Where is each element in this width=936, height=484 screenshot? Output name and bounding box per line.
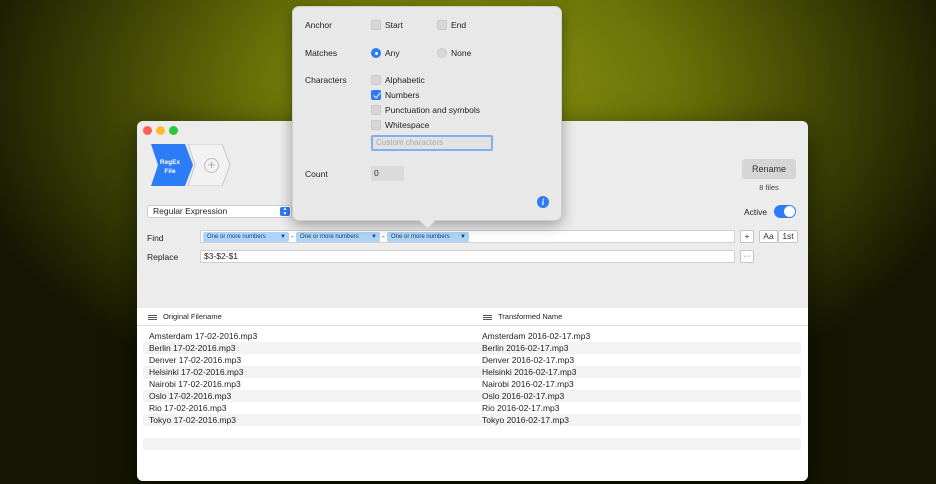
triangle-down-icon[interactable]: ▼ bbox=[371, 232, 377, 242]
pattern-token-label: One or more numbers bbox=[391, 234, 450, 240]
mode-select[interactable]: Regular Expression ▲ ▼ bbox=[147, 205, 292, 218]
pattern-token[interactable]: One or more numbers ▼ bbox=[203, 232, 289, 242]
pattern-token[interactable]: One or more numbers ▼ bbox=[296, 232, 380, 242]
punctuation-label[interactable]: Punctuation and symbols bbox=[385, 105, 480, 115]
transformed-name: Helsinki 2016-02-17.mp3 bbox=[482, 367, 577, 377]
table-row[interactable]: Amsterdam 17-02-2016.mp3 Amsterdam 2016-0… bbox=[143, 330, 801, 342]
matches-none-label[interactable]: None bbox=[451, 48, 471, 58]
token-separator: - bbox=[382, 232, 385, 241]
transformed-name: Berlin 2016-02-17.mp3 bbox=[482, 343, 569, 353]
count-field[interactable]: 0 bbox=[371, 166, 404, 181]
anchor-end-label[interactable]: End bbox=[451, 20, 466, 30]
active-toggle[interactable] bbox=[774, 205, 796, 218]
table-row[interactable]: Tokyo 17-02-2016.mp3 Tokyo 2016-02-17.mp3 bbox=[143, 414, 801, 426]
toggle-knob bbox=[784, 206, 795, 217]
triangle-down-icon[interactable]: ▼ bbox=[280, 232, 286, 242]
updown-chevron-icon: ▲ ▼ bbox=[280, 207, 290, 216]
empty-row bbox=[143, 426, 801, 438]
pattern-token[interactable]: One or more numbers ▼ bbox=[387, 232, 469, 242]
numbers-label[interactable]: Numbers bbox=[385, 90, 419, 100]
column-transformed[interactable]: Transformed Name bbox=[498, 308, 562, 326]
table-row[interactable]: Oslo 17-02-2016.mp3 Oslo 2016-02-17.mp3 bbox=[143, 390, 801, 402]
count-label: Count bbox=[305, 169, 328, 179]
matches-any-label[interactable]: Any bbox=[385, 48, 400, 58]
active-label: Active bbox=[744, 207, 768, 217]
mode-select-value: Regular Expression bbox=[153, 206, 228, 216]
file-rows: Amsterdam 17-02-2016.mp3 Amsterdam 2016-0… bbox=[143, 330, 801, 462]
replace-field[interactable]: $3-$2-$1 bbox=[200, 250, 735, 263]
file-list: Original Filename Transformed Name Amste… bbox=[137, 308, 808, 481]
custom-characters-input[interactable]: Custom characters bbox=[371, 135, 493, 151]
list-header: Original Filename Transformed Name bbox=[137, 308, 808, 326]
transformed-name: Rio 2016-02-17.mp3 bbox=[482, 403, 560, 413]
matches-label: Matches bbox=[305, 48, 338, 58]
original-name: Tokyo 17-02-2016.mp3 bbox=[149, 415, 236, 425]
rename-button[interactable]: Rename bbox=[742, 159, 796, 179]
more-options-button[interactable]: ··· bbox=[740, 250, 754, 263]
plus-circle-icon[interactable]: + bbox=[204, 158, 219, 173]
first-match-button[interactable]: 1st bbox=[778, 230, 798, 243]
transformed-name: Denver 2016-02-17.mp3 bbox=[482, 355, 575, 365]
pattern-token-label: One or more numbers bbox=[300, 234, 359, 240]
anchor-start-checkbox[interactable] bbox=[371, 20, 381, 30]
table-row[interactable]: Denver 17-02-2016.mp3 Denver 2016-02-17.m… bbox=[143, 354, 801, 366]
whitespace-label[interactable]: Whitespace bbox=[385, 120, 429, 130]
anchor-label: Anchor bbox=[305, 20, 332, 30]
numbers-checkbox[interactable] bbox=[371, 90, 381, 100]
triangle-down-icon[interactable]: ▼ bbox=[460, 232, 466, 242]
original-name: Berlin 17-02-2016.mp3 bbox=[149, 343, 236, 353]
alphabetic-label[interactable]: Alphabetic bbox=[385, 75, 425, 85]
token-options-popover: Anchor Start End Matches Any None Charac… bbox=[292, 6, 562, 230]
minimize-window-button[interactable] bbox=[156, 126, 165, 135]
column-menu-icon[interactable] bbox=[148, 315, 157, 320]
anchor-start-label[interactable]: Start bbox=[385, 20, 403, 30]
characters-label: Characters bbox=[305, 75, 347, 85]
close-window-button[interactable] bbox=[143, 126, 152, 135]
table-row[interactable]: Rio 17-02-2016.mp3 Rio 2016-02-17.mp3 bbox=[143, 402, 801, 414]
matches-none-radio[interactable] bbox=[437, 48, 447, 58]
find-field[interactable]: One or more numbers ▼ - One or more numb… bbox=[200, 230, 735, 243]
transformed-name: Amsterdam 2016-02-17.mp3 bbox=[482, 331, 591, 341]
column-menu-icon[interactable] bbox=[483, 315, 492, 320]
files-count: 8 files bbox=[759, 183, 779, 192]
original-name: Rio 17-02-2016.mp3 bbox=[149, 403, 227, 413]
token-separator: - bbox=[291, 232, 294, 241]
table-row[interactable]: Berlin 17-02-2016.mp3 Berlin 2016-02-17.m… bbox=[143, 342, 801, 354]
replace-label: Replace bbox=[147, 252, 179, 262]
whitespace-checkbox[interactable] bbox=[371, 120, 381, 130]
transformed-name: Tokyo 2016-02-17.mp3 bbox=[482, 415, 569, 425]
punctuation-checkbox[interactable] bbox=[371, 105, 381, 115]
column-original[interactable]: Original Filename bbox=[163, 308, 222, 326]
original-name: Denver 17-02-2016.mp3 bbox=[149, 355, 242, 365]
transformed-name: Oslo 2016-02-17.mp3 bbox=[482, 391, 565, 401]
table-row[interactable]: Nairobi 17-02-2016.mp3 Nairobi 2016-02-17… bbox=[143, 378, 801, 390]
anchor-end-checkbox[interactable] bbox=[437, 20, 447, 30]
empty-row bbox=[143, 438, 801, 450]
pattern-token-label: One or more numbers bbox=[207, 234, 266, 240]
matches-any-radio[interactable] bbox=[371, 48, 381, 58]
add-token-button[interactable]: + bbox=[740, 230, 754, 243]
case-sensitive-button[interactable]: Aa bbox=[759, 230, 778, 243]
original-name: Amsterdam 17-02-2016.mp3 bbox=[149, 331, 258, 341]
alphabetic-checkbox[interactable] bbox=[371, 75, 381, 85]
original-name: Nairobi 17-02-2016.mp3 bbox=[149, 379, 241, 389]
original-name: Oslo 17-02-2016.mp3 bbox=[149, 391, 232, 401]
table-row[interactable]: Helsinki 17-02-2016.mp3 Helsinki 2016-02-… bbox=[143, 366, 801, 378]
find-label: Find bbox=[147, 233, 164, 243]
transformed-name: Nairobi 2016-02-17.mp3 bbox=[482, 379, 574, 389]
zoom-window-button[interactable] bbox=[169, 126, 178, 135]
original-name: Helsinki 17-02-2016.mp3 bbox=[149, 367, 244, 377]
empty-row bbox=[143, 450, 801, 462]
info-icon[interactable]: i bbox=[537, 196, 549, 208]
